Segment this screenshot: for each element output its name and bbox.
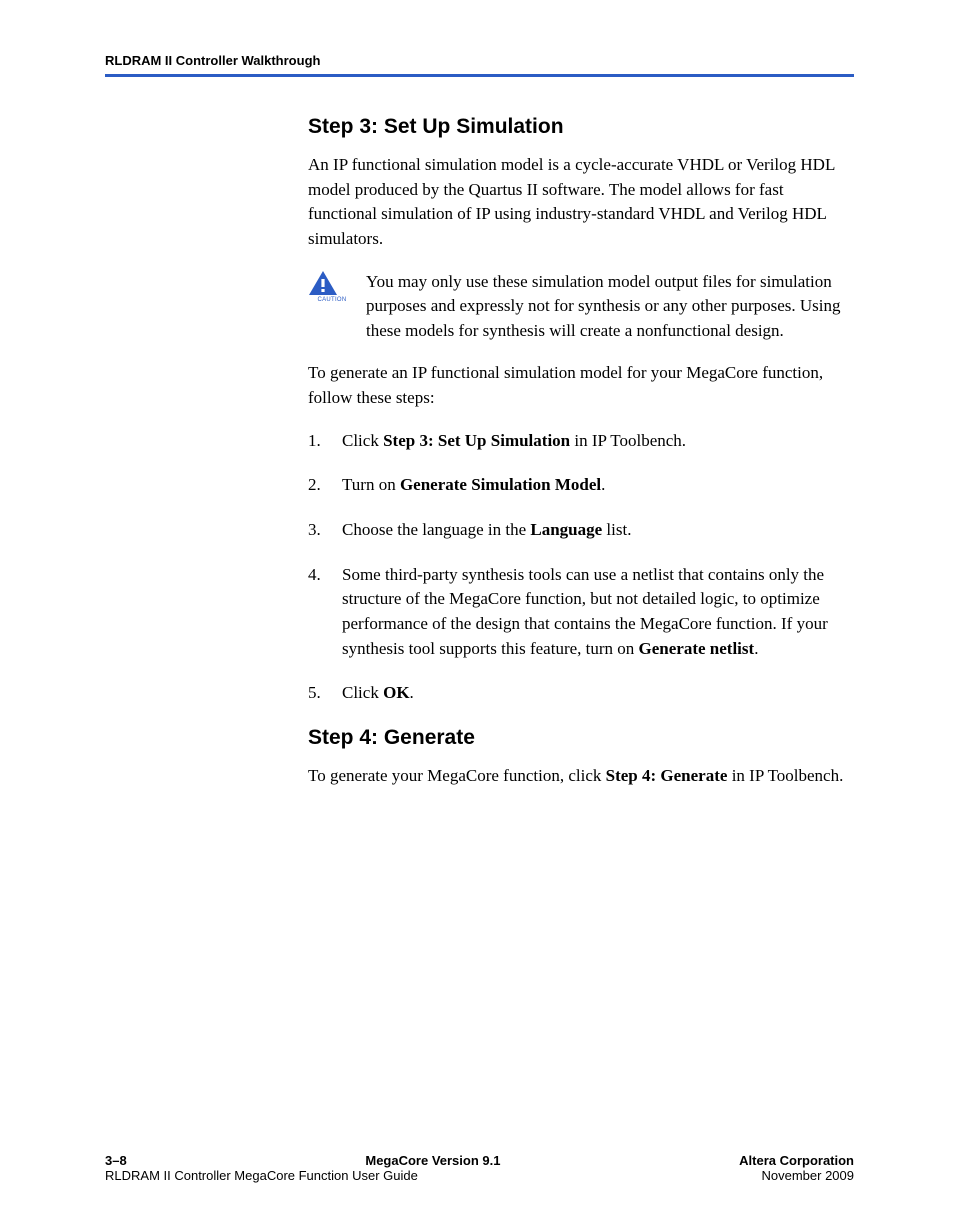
footer-page-num: 3–8 bbox=[105, 1153, 127, 1168]
li-bold: Step 3: Set Up Simulation bbox=[383, 431, 570, 450]
list-item: Click Step 3: Set Up Simulation in IP To… bbox=[308, 429, 854, 454]
li-bold: Language bbox=[530, 520, 602, 539]
caution-label: CAUTION bbox=[308, 297, 356, 303]
p-text: To generate your MegaCore function, clic… bbox=[308, 766, 606, 785]
li-text: Turn on bbox=[342, 475, 400, 494]
li-text: Click bbox=[342, 683, 383, 702]
list-item: Some third-party synthesis tools can use… bbox=[308, 563, 854, 662]
li-text: Choose the language in the bbox=[342, 520, 530, 539]
main-content: Step 3: Set Up Simulation An IP function… bbox=[308, 115, 854, 789]
list-item: Turn on Generate Simulation Model. bbox=[308, 473, 854, 498]
list-item: Click OK. bbox=[308, 681, 854, 706]
li-text: list. bbox=[602, 520, 631, 539]
step3-lead: To generate an IP functional simulation … bbox=[308, 361, 854, 410]
li-bold: Generate Simulation Model bbox=[400, 475, 601, 494]
step4-para: To generate your MegaCore function, clic… bbox=[308, 764, 854, 789]
running-head: RLDRAM II Controller Walkthrough bbox=[105, 53, 854, 68]
header-rule bbox=[105, 74, 854, 77]
footer: 3–8 MegaCore Version 9.1 Altera Corporat… bbox=[105, 1153, 854, 1183]
footer-doc-title: RLDRAM II Controller MegaCore Function U… bbox=[105, 1168, 418, 1183]
caution-icon: CAUTION bbox=[308, 270, 356, 303]
p-bold: Step 4: Generate bbox=[606, 766, 728, 785]
step3-intro: An IP functional simulation model is a c… bbox=[308, 153, 854, 252]
step4-heading: Step 4: Generate bbox=[308, 726, 854, 750]
li-text: . bbox=[601, 475, 605, 494]
step3-list: Click Step 3: Set Up Simulation in IP To… bbox=[308, 429, 854, 706]
li-bold: OK bbox=[383, 683, 409, 702]
p-text: in IP Toolbench. bbox=[727, 766, 843, 785]
list-item: Choose the language in the Language list… bbox=[308, 518, 854, 543]
footer-center-title: MegaCore Version 9.1 bbox=[127, 1153, 739, 1168]
li-text: Click bbox=[342, 431, 383, 450]
footer-date: November 2009 bbox=[762, 1168, 855, 1183]
caution-text: You may only use these simulation model … bbox=[366, 270, 854, 344]
caution-block: CAUTION You may only use these simulatio… bbox=[308, 270, 854, 344]
li-bold: Generate netlist bbox=[639, 639, 755, 658]
li-text: in IP Toolbench. bbox=[570, 431, 686, 450]
li-text: . bbox=[410, 683, 414, 702]
page: RLDRAM II Controller Walkthrough Step 3:… bbox=[0, 0, 954, 789]
footer-company: Altera Corporation bbox=[739, 1153, 854, 1168]
li-text: . bbox=[754, 639, 758, 658]
step3-heading: Step 3: Set Up Simulation bbox=[308, 115, 854, 139]
